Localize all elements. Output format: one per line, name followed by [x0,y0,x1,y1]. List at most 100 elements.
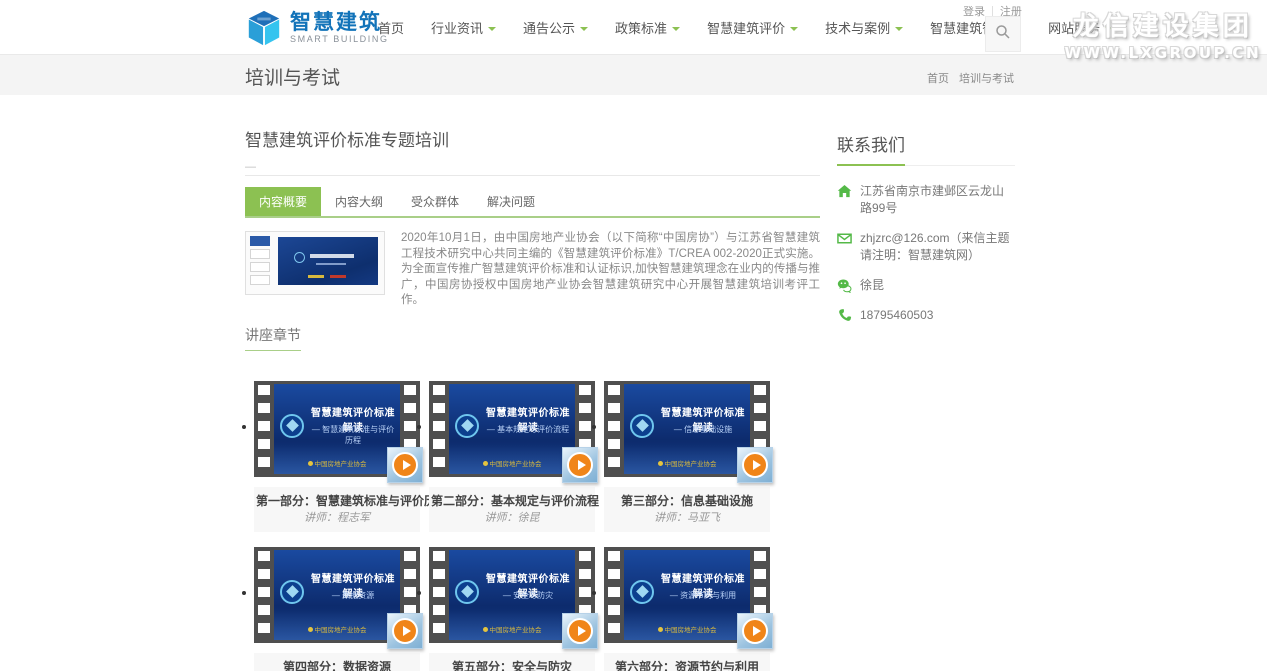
slide-logo-icon [630,414,654,438]
contact-sidebar: 联系我们 江苏省南京市建邺区云龙山路99号 zhjzrc@126.com（来信主… [837,95,1015,671]
chevron-down-icon [580,27,588,31]
slide-preview: 智慧建筑评价标准解读 — 智慧建筑标准与评价历程 中国房地产业协会 [274,384,400,474]
slide-preview: 智慧建筑评价标准解读 — 安全与防灾 中国房地产业协会 [449,550,575,640]
tab-problems-solved[interactable]: 解决问题 [473,187,549,216]
breadcrumb-current: 培训与考试 [959,70,1014,86]
slide-org: 中国房地产业协会 [274,458,400,468]
wechat-icon [837,278,852,293]
play-button[interactable] [387,447,423,483]
play-button[interactable] [737,447,773,483]
video-thumbnail[interactable]: 智慧建筑评价标准解读 — 信息基础设施 中国房地产业协会 [604,381,770,477]
nav-item-tech-cases[interactable]: 技术与案例 [825,18,903,37]
nav-label: 通告公示 [523,18,575,37]
video-thumbnail[interactable]: 智慧建筑评价标准解读 — 数据资源 中国房地产业协会 [254,547,420,643]
nav-label: 智慧建筑评价 [707,18,785,37]
search-button[interactable] [985,16,1021,52]
slide-logo-icon [455,580,479,604]
tab-content-summary[interactable]: 内容概要 [245,187,321,216]
logo-cube-icon [245,9,283,47]
video-card[interactable]: 智慧建筑评价标准解读 — 智慧建筑标准与评价历程 中国房地产业协会 第一部分：智… [254,381,420,532]
play-icon [742,452,768,478]
carousel-dot [242,591,246,595]
video-preview-image[interactable] [245,231,385,295]
slide-org: 中国房地产业协会 [274,624,400,634]
play-button[interactable] [562,447,598,483]
video-thumbnail[interactable]: 智慧建筑评价标准解读 — 安全与防灾 中国房地产业协会 [429,547,595,643]
page-title: 培训与考试 [245,63,340,90]
site-logo[interactable]: 智慧建筑 SMART BUILDING [245,9,389,47]
slide-org-text: 中国房地产业协会 [665,461,717,468]
nav-item-notices[interactable]: 通告公示 [523,18,588,37]
video-title: 第四部分：数据资源 [256,660,418,671]
carousel-dot [592,425,596,429]
video-caption: 第五部分：安全与防灾 讲师：马亚飞 [429,653,595,671]
video-card[interactable]: 智慧建筑评价标准解读 — 信息基础设施 中国房地产业协会 第三部分：信息基础设施… [604,381,770,532]
nav-label: 技术与案例 [825,18,890,37]
video-thumbnail[interactable]: 智慧建筑评价标准解读 — 智慧建筑标准与评价历程 中国房地产业协会 [254,381,420,477]
play-button[interactable] [737,613,773,649]
chevron-down-icon [672,27,680,31]
video-caption: 第一部分：智慧建筑标准与评价历程 讲师：程志军 [254,487,420,532]
play-button[interactable] [562,613,598,649]
tab-target-audience[interactable]: 受众群体 [397,187,473,216]
slide-org-text: 中国房地产业协会 [490,461,542,468]
play-icon [567,618,593,644]
article-subtitle-dash: — [245,161,820,173]
filmstrip-holes [608,385,620,473]
video-thumbnail[interactable]: 智慧建筑评价标准解读 — 基本规定与评价流程 中国房地产业协会 [429,381,595,477]
contact-list: 江苏省南京市建邺区云龙山路99号 zhjzrc@126.com（来信主题请注明：… [837,183,1015,324]
nav-item-policy-standards[interactable]: 政策标准 [615,18,680,37]
video-card[interactable]: 智慧建筑评价标准解读 — 资源节约与利用 中国房地产业协会 第六部分：资源节约与… [604,547,770,671]
sidebar-heading: 联系我们 [837,131,1015,166]
carousel-dot [417,591,421,595]
slide-subtitle: — 智慧建筑标准与评价历程 [308,424,398,446]
video-thumbnail[interactable]: 智慧建筑评价标准解读 — 资源节约与利用 中国房地产业协会 [604,547,770,643]
nav-item-industry-news[interactable]: 行业资讯 [431,18,496,37]
filmstrip-holes [433,551,445,639]
contact-wechat-text: 徐昆 [860,277,884,294]
play-icon [742,618,768,644]
video-grid: 智慧建筑评价标准解读 — 智慧建筑标准与评价历程 中国房地产业协会 第一部分：智… [245,381,820,671]
chevron-down-icon [1105,27,1113,31]
logo-text: 智慧建筑 SMART BUILDING [290,12,389,44]
nav-label: 首页 [378,18,404,37]
breadcrumb: 首页 培训与考试 [927,70,1014,86]
content-container: 智慧建筑评价标准专题培训 — 内容概要 内容大纲 受众群体 解决问题 2020年… [245,95,1015,671]
preview-title-bar [310,254,354,258]
nav-item-site-services[interactable]: 网站服务 [1048,18,1113,37]
nav-item-evaluation[interactable]: 智慧建筑评价 [707,18,798,37]
slide-org: 中国房地产业协会 [624,624,750,634]
nav-item-home[interactable]: 首页 [378,18,404,37]
preview-toolbar [250,236,270,290]
video-instructor: 讲师：马亚飞 [606,512,768,525]
video-title: 第二部分：基本规定与评价流程 [431,494,593,508]
tab-content-outline[interactable]: 内容大纲 [321,187,397,216]
main-column: 智慧建筑评价标准专题培训 — 内容概要 内容大纲 受众群体 解决问题 2020年… [245,95,820,671]
video-card[interactable]: 智慧建筑评价标准解读 — 安全与防灾 中国房地产业协会 第五部分：安全与防灾 讲… [429,547,595,671]
phone-icon [837,308,852,323]
play-button[interactable] [387,613,423,649]
org-logo-icon [483,627,488,632]
video-caption: 第三部分：信息基础设施 讲师：马亚飞 [604,487,770,532]
video-instructor: 讲师：徐昆 [431,512,593,525]
filmstrip-holes [433,385,445,473]
org-logo-icon [308,461,313,466]
slide-org-text: 中国房地产业协会 [490,627,542,634]
content-tabs: 内容概要 内容大纲 受众群体 解决问题 [245,187,820,218]
video-title: 第五部分：安全与防灾 [431,660,593,671]
contact-wechat: 徐昆 [837,277,1015,294]
contact-phone-text: 18795460503 [860,307,933,324]
video-card[interactable]: 智慧建筑评价标准解读 — 基本规定与评价流程 中国房地产业协会 第二部分：基本规… [429,381,595,532]
video-card[interactable]: 智慧建筑评价标准解读 — 数据资源 中国房地产业协会 第四部分：数据资源 讲师：… [254,547,420,671]
slide-preview: 智慧建筑评价标准解读 — 信息基础设施 中国房地产业协会 [624,384,750,474]
slide-org: 中国房地产业协会 [624,458,750,468]
org-logo-icon [658,461,663,466]
breadcrumb-home[interactable]: 首页 [927,70,949,86]
org-logo-icon [483,461,488,466]
slide-subtitle: — 安全与防灾 [483,590,573,601]
search-icon [995,24,1011,45]
logo-title: 智慧建筑 [290,12,389,34]
slide-preview: 智慧建筑评价标准解读 — 数据资源 中国房地产业协会 [274,550,400,640]
summary-paragraph: 2020年10月1日，由中国房地产业协会（以下简称“中国房协”）与江苏省智慧建筑… [401,231,820,309]
video-title: 第一部分：智慧建筑标准与评价历程 [256,494,418,508]
